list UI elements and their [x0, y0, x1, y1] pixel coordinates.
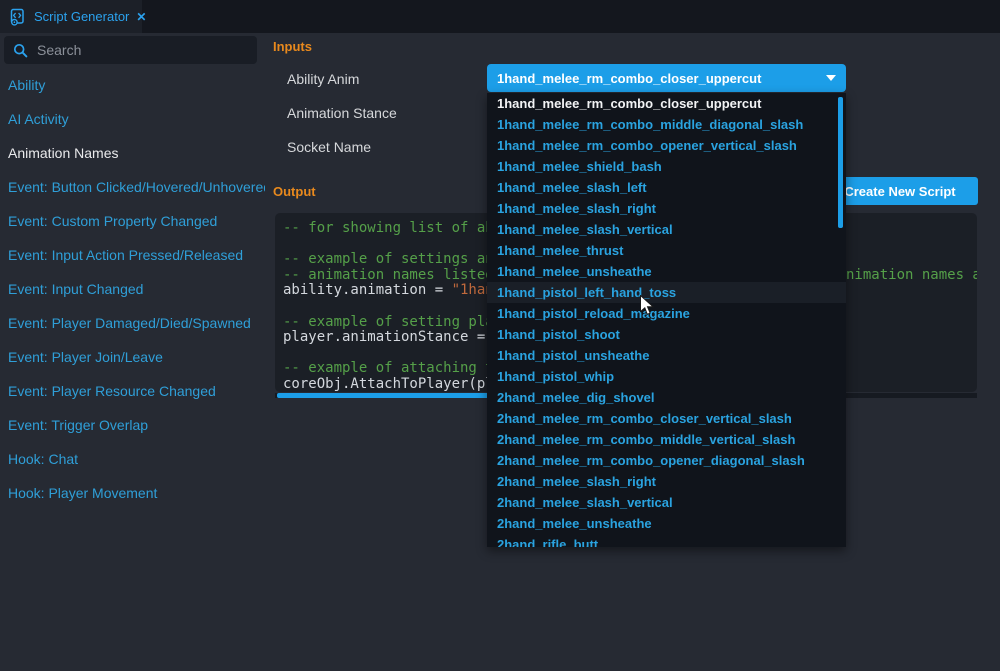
- chevron-down-icon: [826, 75, 836, 81]
- dropdown-option[interactable]: 1hand_melee_rm_combo_opener_vertical_sla…: [487, 135, 846, 156]
- dropdown-option[interactable]: 2hand_rifle_butt: [487, 534, 846, 547]
- dropdown-option[interactable]: 1hand_melee_rm_combo_closer_uppercut: [487, 93, 846, 114]
- sidebar-item[interactable]: Animation Names: [0, 136, 265, 170]
- ability-anim-dropdown[interactable]: 1hand_melee_rm_combo_closer_uppercut: [487, 64, 846, 92]
- sidebar-item[interactable]: Event: Input Action Pressed/Released: [0, 238, 265, 272]
- tab-title: Script Generator: [34, 9, 129, 24]
- search-box[interactable]: [4, 36, 257, 64]
- sidebar-item[interactable]: AI Activity: [0, 102, 265, 136]
- ability-anim-dropdown-value: 1hand_melee_rm_combo_closer_uppercut: [497, 71, 820, 86]
- tab-script-generator[interactable]: Script Generator ✕: [0, 0, 142, 33]
- dropdown-option[interactable]: 1hand_pistol_unsheathe: [487, 345, 846, 366]
- dropdown-option[interactable]: 1hand_melee_slash_left: [487, 177, 846, 198]
- dropdown-option[interactable]: 1hand_melee_rm_combo_middle_diagonal_sla…: [487, 114, 846, 135]
- dropdown-option[interactable]: 2hand_melee_slash_right: [487, 471, 846, 492]
- dropdown-option[interactable]: 1hand_pistol_whip: [487, 366, 846, 387]
- code-segment: coreObj.AttachToPlayer(pla: [283, 376, 502, 392]
- dropdown-option[interactable]: 2hand_melee_rm_combo_closer_vertical_sla…: [487, 408, 846, 429]
- code-segment: -- example of setting play: [283, 314, 502, 330]
- search-input[interactable]: [35, 41, 248, 59]
- sidebar-item[interactable]: Event: Player Damaged/Died/Spawned: [0, 306, 265, 340]
- code-segment: player.animationStance =: [283, 329, 494, 345]
- dropdown-scrollbar-thumb[interactable]: [838, 97, 843, 228]
- sidebar-item[interactable]: Event: Input Changed: [0, 272, 265, 306]
- category-list: AbilityAI ActivityAnimation NamesEvent: …: [0, 68, 265, 510]
- sidebar-item[interactable]: Ability: [0, 68, 265, 102]
- dropdown-option[interactable]: 2hand_melee_rm_combo_middle_vertical_sla…: [487, 429, 846, 450]
- code-segment: -- for showing list of abi: [283, 220, 502, 236]
- dropdown-option[interactable]: 1hand_pistol_shoot: [487, 324, 846, 345]
- dropdown-option[interactable]: 1hand_melee_unsheathe: [487, 261, 846, 282]
- dropdown-option[interactable]: 2hand_melee_slash_vertical: [487, 492, 846, 513]
- sidebar-item[interactable]: Event: Trigger Overlap: [0, 408, 265, 442]
- dropdown-option[interactable]: 2hand_melee_unsheathe: [487, 513, 846, 534]
- sidebar-item[interactable]: Hook: Chat: [0, 442, 265, 476]
- animation-stance-label: Animation Stance: [287, 105, 397, 121]
- dropdown-option[interactable]: 1hand_melee_slash_vertical: [487, 219, 846, 240]
- code-segment: ability.animation =: [283, 282, 452, 298]
- dropdown-option[interactable]: 1hand_melee_slash_right: [487, 198, 846, 219]
- script-generator-icon: [9, 8, 27, 26]
- inputs-header: Inputs: [273, 39, 312, 54]
- tab-bar: Script Generator ✕: [0, 0, 1000, 33]
- dropdown-option[interactable]: 1hand_pistol_left_hand_toss: [487, 282, 846, 303]
- tab-close-icon[interactable]: ✕: [136, 10, 146, 24]
- ability-anim-label: Ability Anim: [287, 71, 359, 87]
- code-segment: -- animation names listed: [283, 267, 494, 283]
- socket-name-label: Socket Name: [287, 139, 371, 155]
- code-segment: nimation names a: [846, 268, 977, 284]
- dropdown-option[interactable]: 1hand_melee_thrust: [487, 240, 846, 261]
- dropdown-option[interactable]: 2hand_melee_rm_combo_opener_diagonal_sla…: [487, 450, 846, 471]
- dropdown-option[interactable]: 1hand_melee_shield_bash: [487, 156, 846, 177]
- sidebar-item[interactable]: Event: Button Clicked/Hovered/Unhovered: [0, 170, 265, 204]
- output-header: Output: [273, 184, 316, 199]
- sidebar-item[interactable]: Event: Custom Property Changed: [0, 204, 265, 238]
- code-segment: -- example of attaching to: [283, 360, 502, 376]
- sidebar-item[interactable]: Event: Player Join/Leave: [0, 340, 265, 374]
- code-segment: -- example of settings ani: [283, 251, 502, 267]
- sidebar-item[interactable]: Event: Player Resource Changed: [0, 374, 265, 408]
- sidebar-item[interactable]: Hook: Player Movement: [0, 476, 265, 510]
- dropdown-option[interactable]: 2hand_melee_dig_shovel: [487, 387, 846, 408]
- dropdown-option[interactable]: 1hand_pistol_reload_magazine: [487, 303, 846, 324]
- ability-anim-dropdown-list: 1hand_melee_rm_combo_closer_uppercut1han…: [487, 93, 846, 547]
- search-icon: [13, 43, 28, 58]
